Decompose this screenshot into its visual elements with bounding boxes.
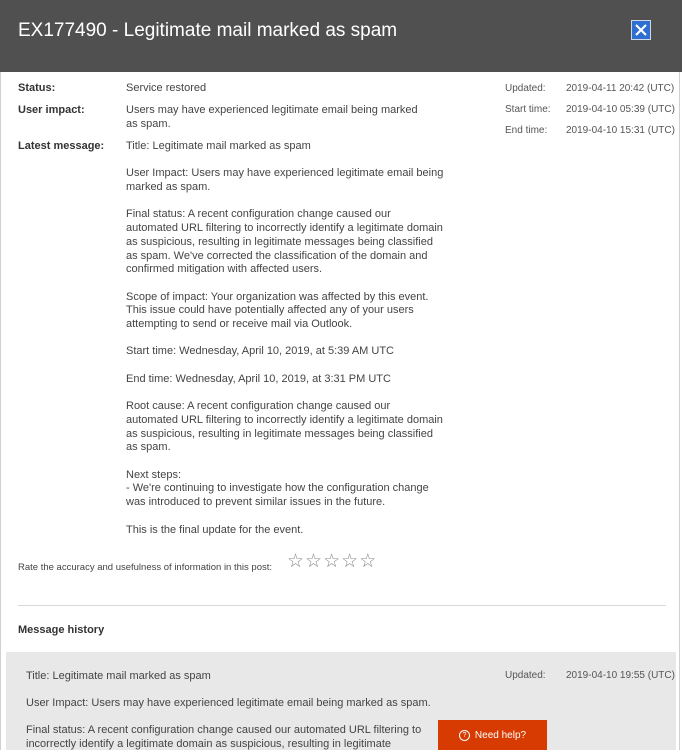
end-time-label: End time: [505, 125, 548, 136]
message-paragraph: Next steps: - We're continuing to invest… [126, 468, 429, 509]
need-help-button[interactable]: ? Need help? [438, 720, 547, 750]
star-icon-3[interactable]: ☆ [323, 552, 340, 572]
rating-prompt: Rate the accuracy and usefulness of info… [18, 562, 272, 573]
star-icon-5[interactable]: ☆ [359, 552, 376, 572]
star-icon-4[interactable]: ☆ [341, 552, 358, 572]
star-rating[interactable]: ☆ ☆ ☆ ☆ ☆ [287, 552, 376, 572]
end-time-value: 2019-04-10 15:31 (UTC) [566, 125, 675, 136]
close-icon [635, 24, 647, 36]
incident-title: EX177490 - Legitimate mail marked as spa… [18, 20, 398, 41]
message-paragraph: Title: Legitimate mail marked as spam [126, 140, 311, 152]
status-label: Status: [18, 82, 56, 94]
message-paragraph: Scope of impact: Your organization was a… [126, 290, 429, 331]
latest-message-body: Title: Legitimate mail marked as spam Us… [126, 140, 444, 551]
message-history-title: Message history [18, 624, 105, 636]
history-entry-impact: User Impact: Users may have experienced … [26, 697, 431, 709]
message-paragraph: This is the final update for the event. [126, 523, 304, 536]
history-updated-label: Updated: [505, 670, 546, 681]
panel-header: EX177490 - Legitimate mail marked as spa… [0, 0, 682, 72]
section-divider [18, 605, 666, 606]
latest-message-label: Latest message: [18, 140, 105, 152]
message-paragraph: End time: Wednesday, April 10, 2019, at … [126, 372, 391, 385]
updated-value: 2019-04-11 20:42 (UTC) [566, 83, 675, 94]
updated-label: Updated: [505, 83, 546, 94]
user-impact-label: User impact: [18, 104, 85, 116]
user-impact-value: Users may have experienced legitimate em… [126, 104, 418, 130]
message-paragraph: Start time: Wednesday, April 10, 2019, a… [126, 345, 395, 358]
history-entry-title: Title: Legitimate mail marked as spam [26, 670, 211, 682]
history-entry-status-line-1: Final status: A recent configuration cha… [26, 724, 422, 736]
star-icon-1[interactable]: ☆ [287, 552, 304, 572]
start-time-label: Start time: [505, 104, 551, 115]
help-icon: ? [458, 729, 470, 741]
status-value: Service restored [126, 82, 207, 94]
close-button[interactable] [631, 20, 651, 40]
star-icon-2[interactable]: ☆ [305, 552, 322, 572]
start-time-value: 2019-04-10 05:39 (UTC) [566, 104, 675, 115]
message-paragraph: Root cause: A recent configuration chang… [126, 400, 443, 454]
message-paragraph: User Impact: Users may have experienced … [126, 167, 444, 194]
message-paragraph: Final status: A recent configuration cha… [126, 208, 443, 276]
need-help-label: Need help? [474, 729, 527, 741]
history-updated-value: 2019-04-10 19:55 (UTC) [566, 670, 675, 681]
